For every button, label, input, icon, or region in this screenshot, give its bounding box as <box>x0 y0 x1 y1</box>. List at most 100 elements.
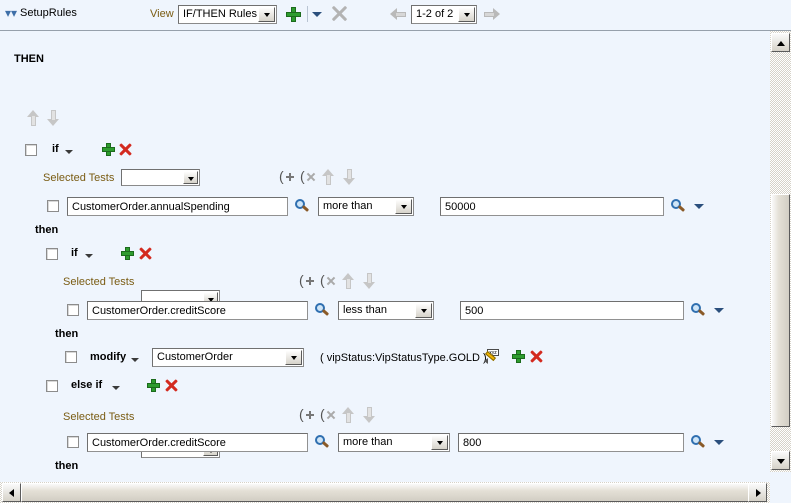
outer-row-down-button[interactable] <box>343 169 356 188</box>
inner-row-down-button[interactable] <box>363 273 376 292</box>
previous-page-button[interactable] <box>390 8 406 24</box>
view-select[interactable]: IF/THEN Rules <box>178 5 277 24</box>
inner-action-target-select[interactable]: CustomerOrder <box>152 348 304 367</box>
outer-if-add-button[interactable] <box>102 143 115 156</box>
inner-condition-right-input[interactable]: 500 <box>460 301 684 320</box>
vertical-scrollbar-thumb[interactable] <box>771 194 790 427</box>
arrow-right-icon <box>484 8 500 21</box>
outer-condition-right-input[interactable]: 50000 <box>440 197 664 216</box>
else-if-selected-tests-label: Selected Tests <box>63 411 135 423</box>
inner-action-caret-down-icon[interactable] <box>131 358 139 362</box>
inner-action-delete-button[interactable] <box>530 350 543 363</box>
inner-condition-left-input[interactable]: CustomerOrder.creditScore <box>87 301 308 320</box>
horizontal-scrollbar-thumb[interactable] <box>21 483 761 502</box>
chevron-down-icon <box>431 435 448 450</box>
outer-if-caret-down-icon[interactable] <box>65 150 73 154</box>
else-if-condition-left-input[interactable]: CustomerOrder.creditScore <box>87 433 308 452</box>
scroll-up-button[interactable] <box>771 33 790 52</box>
outer-condition-operator-select[interactable]: more than <box>318 197 414 216</box>
arrow-left-icon <box>390 8 406 21</box>
inner-row-up-button[interactable] <box>342 273 355 292</box>
else-if-condition-operator-select[interactable]: more than <box>338 433 450 452</box>
chevron-down-icon <box>258 7 275 22</box>
horizontal-scrollbar[interactable] <box>0 481 791 503</box>
else-if-row-up-button[interactable] <box>342 407 355 426</box>
inner-condition-checkbox[interactable] <box>67 304 79 316</box>
vertical-scrollbar[interactable] <box>769 31 791 472</box>
else-if-condition-right-value: 800 <box>463 437 482 449</box>
delete-rule-button[interactable] <box>331 5 348 22</box>
inner-selected-tests-label: Selected Tests <box>63 276 135 288</box>
outer-if-checkbox[interactable] <box>25 144 37 156</box>
inner-if-caret-down-icon[interactable] <box>85 254 93 258</box>
chevron-down-icon <box>285 350 302 365</box>
paren-group-remove-icon: ( <box>300 169 316 184</box>
else-if-caret-down-icon[interactable] <box>112 386 120 390</box>
outer-if-delete-button[interactable] <box>119 143 132 156</box>
else-if-condition-right-input[interactable]: 800 <box>458 433 684 452</box>
inner-condition-left-search-button[interactable] <box>315 303 329 320</box>
else-if-add-button[interactable] <box>147 379 160 392</box>
scroll-down-button[interactable] <box>771 451 790 470</box>
outer-condition-left-search-button[interactable] <box>295 199 309 216</box>
else-if-group-remove-button[interactable]: ( <box>320 407 336 425</box>
chevron-double-down-icon[interactable]: ▾▾ <box>5 6 17 20</box>
inner-condition-right-search-button[interactable] <box>691 303 705 320</box>
paren-group-add-icon: ( <box>279 169 295 184</box>
magnifier-icon <box>691 435 705 449</box>
inner-condition-operator-select[interactable]: less than <box>338 301 434 320</box>
inner-action-add-button[interactable] <box>512 350 525 363</box>
else-if-group-add-button[interactable]: ( <box>299 407 315 425</box>
outer-condition-operator-value: more than <box>323 200 373 212</box>
else-if-condition-right-search-button[interactable] <box>691 435 705 452</box>
else-if-condition-menu-caret-down-icon[interactable] <box>714 440 724 445</box>
outer-group-remove-button[interactable]: ( <box>300 169 316 187</box>
paren-group-add-icon: ( <box>299 273 315 288</box>
move-up-button[interactable] <box>27 110 40 129</box>
plus-icon <box>512 350 525 363</box>
scroll-right-button[interactable] <box>748 483 767 502</box>
outer-condition-menu-caret-down-icon[interactable] <box>694 204 704 209</box>
move-down-arrow-icon <box>47 110 60 126</box>
outer-condition-right-search-button[interactable] <box>671 199 685 216</box>
outer-group-add-button[interactable]: ( <box>279 169 295 187</box>
else-if-row-down-button[interactable] <box>363 407 376 426</box>
plus-icon <box>121 247 134 260</box>
outer-condition-left-input[interactable]: CustomerOrder.annualSpending <box>67 197 288 216</box>
toolbar-divider <box>307 6 308 22</box>
outer-row-up-button[interactable] <box>322 169 335 188</box>
scroll-left-button[interactable] <box>2 483 21 502</box>
inner-group-add-button[interactable]: ( <box>299 273 315 291</box>
outer-selected-tests-label: Selected Tests <box>43 172 115 184</box>
inner-group-remove-button[interactable]: ( <box>320 273 336 291</box>
row-up-arrow-icon <box>342 407 355 423</box>
chevron-down-icon <box>183 171 198 184</box>
inner-if-add-button[interactable] <box>121 247 134 260</box>
outer-selected-tests-select[interactable] <box>121 169 200 186</box>
inner-action-edit-button[interactable]: xyz <box>484 349 500 367</box>
else-if-condition-left-value: CustomerOrder.creditScore <box>92 437 226 449</box>
inner-action-checkbox[interactable] <box>65 351 77 363</box>
outer-if-keyword: if <box>52 143 59 155</box>
else-if-checkbox[interactable] <box>46 380 58 392</box>
row-down-arrow-icon <box>363 273 376 289</box>
inner-condition-right-value: 500 <box>465 305 484 317</box>
else-if-delete-button[interactable] <box>165 379 178 392</box>
inner-if-checkbox[interactable] <box>46 248 58 260</box>
delete-x-icon <box>119 143 132 156</box>
else-if-condition-checkbox[interactable] <box>67 436 79 448</box>
paren-group-add-icon: ( <box>299 407 315 422</box>
plus-icon <box>102 143 115 156</box>
row-down-arrow-icon <box>343 169 356 185</box>
row-down-arrow-icon <box>363 407 376 423</box>
move-down-button[interactable] <box>47 110 60 129</box>
add-rule-button[interactable] <box>286 7 301 22</box>
inner-if-delete-button[interactable] <box>139 247 152 260</box>
inner-condition-menu-caret-down-icon[interactable] <box>714 308 724 313</box>
add-menu-caret-down-icon[interactable] <box>312 12 322 17</box>
chevron-down-icon <box>458 7 475 22</box>
page-range-select[interactable]: 1-2 of 2 <box>411 5 477 24</box>
else-if-condition-left-search-button[interactable] <box>315 435 329 452</box>
next-page-button[interactable] <box>484 8 500 24</box>
outer-condition-checkbox[interactable] <box>47 200 59 212</box>
